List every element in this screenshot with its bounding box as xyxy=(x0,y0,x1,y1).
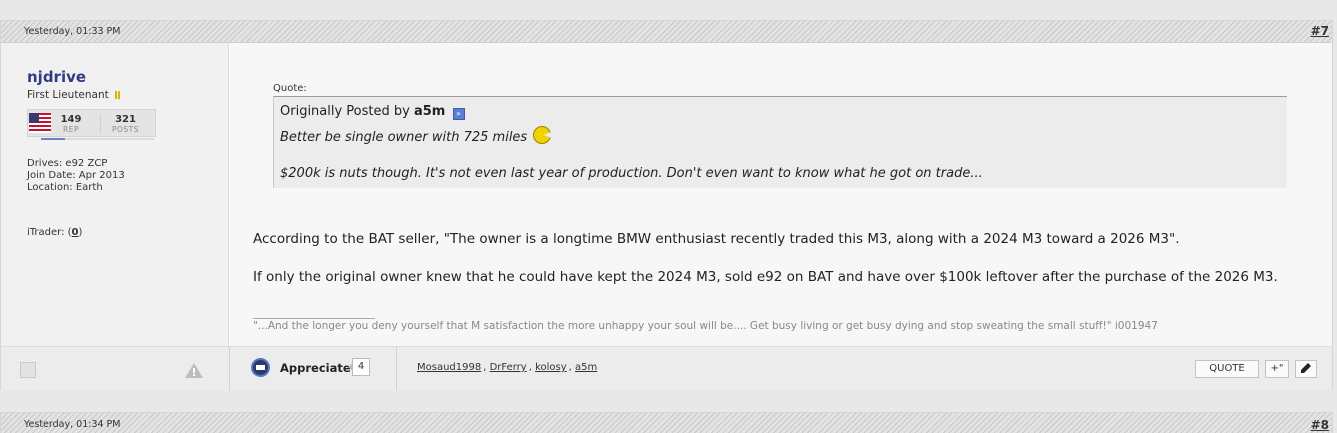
appreciate-button[interactable]: Appreciate xyxy=(280,361,351,375)
thanker-link[interactable]: DrFerry xyxy=(490,362,527,373)
edit-button[interactable] xyxy=(1295,360,1317,378)
itrader-link[interactable]: 0 xyxy=(72,227,79,238)
post-date: Yesterday, 01:34 PM xyxy=(24,419,121,430)
signature-divider xyxy=(253,318,375,319)
thanker-link[interactable]: kolosy xyxy=(535,362,567,373)
user-stats: 149 REP 321 POSTS xyxy=(27,109,156,137)
user-join-date: Join Date: Apr 2013 xyxy=(27,170,125,181)
posts-stat: 321 POSTS xyxy=(100,114,150,134)
itrader-close: ) xyxy=(78,227,83,238)
post-7: Yesterday, 01:33 PM #7 njdrive First Lie… xyxy=(0,20,1333,391)
post-footer: Appreciate 4 Mosaud1998, DrFerry, kolosy… xyxy=(1,346,1332,391)
rep-label: REP xyxy=(63,125,79,134)
posts-value: 321 xyxy=(115,114,136,125)
thankers-list: Mosaud1998, DrFerry, kolosy, a5m xyxy=(417,362,598,373)
footer-divider xyxy=(229,347,230,391)
user-rank: First Lieutenant xyxy=(27,89,121,102)
post-8: Yesterday, 01:34 PM #8 xyxy=(0,412,1333,433)
quote-line-2: $200k is nuts though. It's not even last… xyxy=(280,166,983,181)
us-flag-icon xyxy=(29,113,51,133)
quote-author: a5m xyxy=(413,104,446,119)
rank-label: First Lieutenant xyxy=(27,89,109,101)
pacman-smiley-icon xyxy=(533,126,552,144)
quote-attribution: Originally Posted by a5m » xyxy=(280,104,465,120)
post-header: Yesterday, 01:33 PM #7 xyxy=(1,21,1332,43)
quote-line-1: Better be single owner with 725 miles xyxy=(280,126,552,145)
rep-value: 149 xyxy=(60,114,82,125)
post-content: Quote: Originally Posted by a5m » Better… xyxy=(230,43,1332,346)
quote-text-1: Better be single owner with 725 miles xyxy=(280,130,528,145)
footer-divider-2 xyxy=(396,347,397,391)
user-location: Location: Earth xyxy=(27,182,103,193)
originally-posted-by: Originally Posted by xyxy=(280,104,410,119)
appreciate-count: 4 xyxy=(348,358,370,376)
reputation-bar xyxy=(41,138,154,140)
user-drives: Drives: e92 ZCP xyxy=(27,158,108,169)
appreciate-icon[interactable] xyxy=(251,358,270,377)
body-paragraph-1: According to the BAT seller, "The owner … xyxy=(253,231,1180,247)
view-post-icon[interactable]: » xyxy=(452,108,465,120)
warning-icon[interactable] xyxy=(185,363,203,378)
posts-label: POSTS xyxy=(111,125,140,134)
rep-stat: 149 REP xyxy=(58,114,84,134)
quote-block: Originally Posted by a5m » Better be sin… xyxy=(273,96,1287,188)
post-body: According to the BAT seller, "The owner … xyxy=(253,230,1313,306)
signature: "...And the longer you deny yourself tha… xyxy=(253,320,1158,332)
post-number-link[interactable]: #8 xyxy=(1311,418,1329,432)
itrader-label: iTrader: ( xyxy=(27,227,72,238)
edit-pencil-icon xyxy=(1301,363,1311,373)
user-sidebar: njdrive First Lieutenant 149 REP 321 POS… xyxy=(1,43,229,346)
post-date: Yesterday, 01:33 PM xyxy=(24,26,121,37)
rank-bars-icon xyxy=(115,90,121,102)
thanker-link[interactable]: Mosaud1998 xyxy=(417,362,481,373)
post-number-link[interactable]: #7 xyxy=(1311,24,1329,38)
body-paragraph-2: If only the original owner knew that he … xyxy=(253,269,1278,285)
quote-label: Quote: xyxy=(273,83,307,94)
quote-button[interactable]: QUOTE xyxy=(1195,360,1259,378)
user-details: Drives: e92 ZCP Join Date: Apr 2013 Loca… xyxy=(27,158,125,194)
itrader: iTrader: (0) xyxy=(27,227,82,238)
select-post-checkbox[interactable] xyxy=(20,362,36,378)
username-link[interactable]: njdrive xyxy=(27,68,86,86)
multiquote-button[interactable]: +" xyxy=(1265,360,1289,378)
thanker-link[interactable]: a5m xyxy=(575,362,597,373)
post-header: Yesterday, 01:34 PM #8 xyxy=(1,413,1332,433)
